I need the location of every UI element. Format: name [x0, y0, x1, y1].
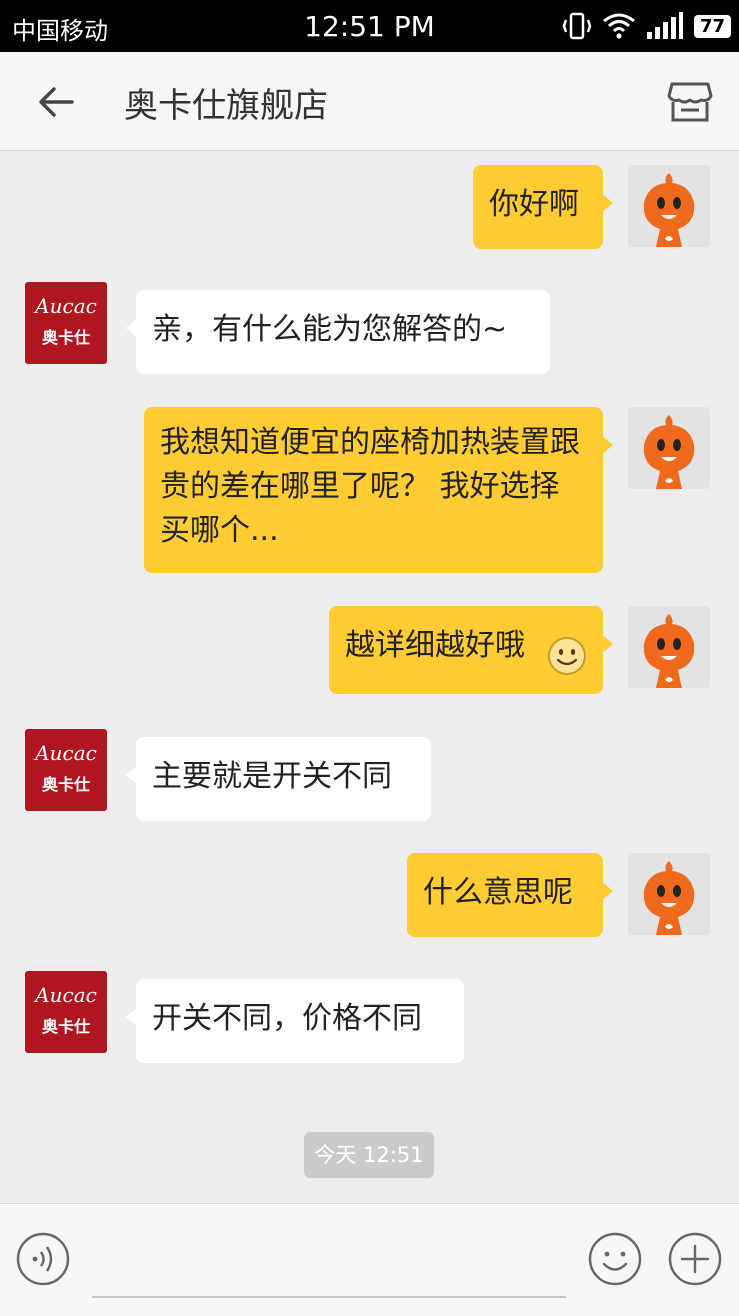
mascot-avatar-icon	[643, 173, 695, 247]
brand-logo-name: 奥卡仕	[41, 328, 90, 347]
back-arrow-icon[interactable]	[36, 82, 76, 122]
wifi-icon	[603, 13, 635, 39]
message-text: 我想知道便宜的座椅加热装置跟贵的差在哪里了呢？ 我好选择买哪个...	[160, 425, 580, 548]
shop-title: 奥卡仕旗舰店	[124, 86, 328, 126]
vibrate-icon	[562, 12, 592, 40]
battery-indicator: 77	[693, 14, 731, 38]
brand-logo-script: Aucac	[35, 741, 97, 765]
message-text: 开关不同，价格不同	[152, 1001, 422, 1036]
add-icon[interactable]	[668, 1232, 722, 1286]
smile-emoji-icon	[548, 637, 586, 675]
user-avatar[interactable]	[628, 407, 710, 489]
status-bar: 中国移动 12:51 PM 77	[0, 0, 739, 52]
brand-logo-script: Aucac	[35, 983, 97, 1007]
message-text: 你好啊	[489, 187, 579, 222]
message-bubble-shop[interactable]: 亲，有什么能为您解答的~	[126, 290, 550, 374]
voice-input-icon[interactable]	[16, 1232, 70, 1286]
message-bubble-shop[interactable]: 开关不同，价格不同	[126, 979, 464, 1063]
status-icons: 77	[562, 10, 731, 42]
brand-logo-name: 奥卡仕	[41, 1017, 90, 1036]
message-bubble-self[interactable]: 什么意思呢	[407, 853, 613, 937]
message-bubble-self[interactable]: 越详细越好哦	[329, 606, 613, 694]
message-text: 越详细越好哦	[345, 628, 525, 663]
chat-timestamp: 今天 12:51	[304, 1132, 434, 1178]
shop-avatar[interactable]: Aucac 奥卡仕	[25, 282, 107, 364]
brand-logo-name: 奥卡仕	[41, 775, 90, 794]
shop-avatar[interactable]: Aucac 奥卡仕	[25, 971, 107, 1053]
navigation-bar: 奥卡仕旗舰店	[0, 52, 739, 151]
mascot-avatar-icon	[643, 861, 695, 935]
input-bar	[0, 1203, 739, 1316]
signal-icon	[646, 12, 683, 39]
brand-logo-script: Aucac	[35, 294, 97, 318]
message-text: 什么意思呢	[423, 875, 573, 910]
message-text: 主要就是开关不同	[152, 759, 392, 794]
emoji-icon[interactable]	[588, 1232, 642, 1286]
message-text: 亲，有什么能为您解答的~	[152, 312, 508, 347]
message-bubble-self[interactable]: 我想知道便宜的座椅加热装置跟贵的差在哪里了呢？ 我好选择买哪个...	[144, 407, 613, 573]
user-avatar[interactable]	[628, 853, 710, 935]
shop-avatar[interactable]: Aucac 奥卡仕	[25, 729, 107, 811]
message-bubble-shop[interactable]: 主要就是开关不同	[126, 737, 431, 821]
message-bubble-self[interactable]: 你好啊	[473, 165, 613, 249]
mascot-avatar-icon	[643, 415, 695, 489]
store-icon[interactable]	[667, 80, 713, 124]
message-input[interactable]	[92, 1296, 566, 1298]
user-avatar[interactable]	[628, 165, 710, 247]
mascot-avatar-icon	[643, 614, 695, 688]
user-avatar[interactable]	[628, 606, 710, 688]
